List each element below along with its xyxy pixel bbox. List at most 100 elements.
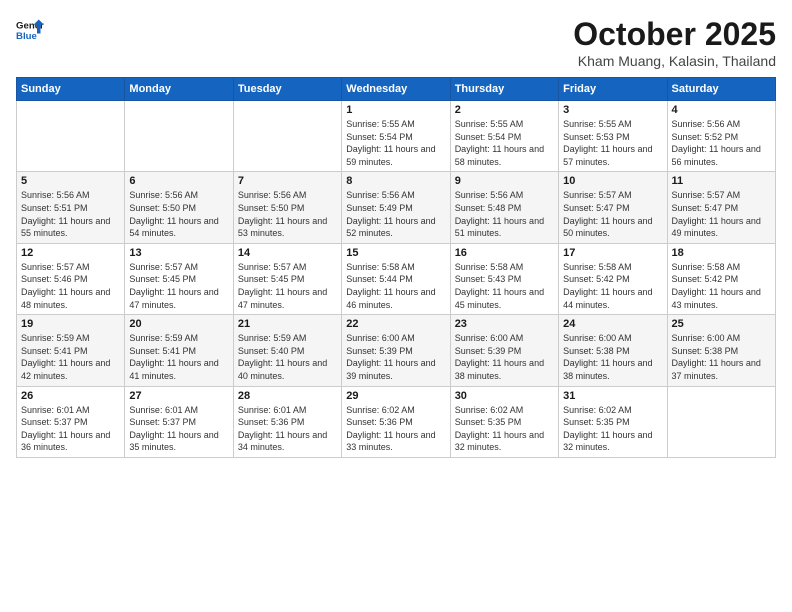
calendar-header-row: SundayMondayTuesdayWednesdayThursdayFrid…	[17, 78, 776, 101]
calendar-cell: 24 Sunrise: 6:00 AMSunset: 5:38 PMDayligh…	[559, 315, 667, 386]
weekday-header-monday: Monday	[125, 78, 233, 101]
calendar-cell: 17 Sunrise: 5:58 AMSunset: 5:42 PMDayligh…	[559, 243, 667, 314]
day-info: Sunrise: 5:59 AMSunset: 5:41 PMDaylight:…	[21, 332, 120, 382]
calendar-cell	[125, 101, 233, 172]
day-number: 11	[672, 175, 771, 187]
weekday-header-saturday: Saturday	[667, 78, 775, 101]
day-number: 24	[563, 318, 662, 330]
calendar-cell: 10 Sunrise: 5:57 AMSunset: 5:47 PMDayligh…	[559, 172, 667, 243]
day-info: Sunrise: 6:01 AMSunset: 5:37 PMDaylight:…	[21, 404, 120, 454]
calendar-cell	[233, 101, 341, 172]
calendar-cell: 5 Sunrise: 5:56 AMSunset: 5:51 PMDaylight…	[17, 172, 125, 243]
calendar-cell: 14 Sunrise: 5:57 AMSunset: 5:45 PMDayligh…	[233, 243, 341, 314]
calendar-week-1: 1 Sunrise: 5:55 AMSunset: 5:54 PMDaylight…	[17, 101, 776, 172]
day-info: Sunrise: 6:02 AMSunset: 5:35 PMDaylight:…	[563, 404, 662, 454]
month-title: October 2025	[573, 16, 776, 53]
weekday-header-thursday: Thursday	[450, 78, 558, 101]
day-info: Sunrise: 5:58 AMSunset: 5:42 PMDaylight:…	[672, 261, 771, 311]
day-number: 27	[129, 390, 228, 402]
calendar-cell: 20 Sunrise: 5:59 AMSunset: 5:41 PMDayligh…	[125, 315, 233, 386]
calendar-cell: 1 Sunrise: 5:55 AMSunset: 5:54 PMDaylight…	[342, 101, 450, 172]
calendar-cell: 13 Sunrise: 5:57 AMSunset: 5:45 PMDayligh…	[125, 243, 233, 314]
day-info: Sunrise: 5:55 AMSunset: 5:54 PMDaylight:…	[455, 118, 554, 168]
day-info: Sunrise: 5:56 AMSunset: 5:50 PMDaylight:…	[238, 189, 337, 239]
calendar-cell: 19Sunrise: 5:59 AMSunset: 5:41 PMDayligh…	[17, 315, 125, 386]
title-area: October 2025 Kham Muang, Kalasin, Thaila…	[573, 16, 776, 69]
day-number: 25	[672, 318, 771, 330]
day-info: Sunrise: 5:56 AMSunset: 5:51 PMDaylight:…	[21, 189, 120, 239]
day-info: Sunrise: 5:55 AMSunset: 5:54 PMDaylight:…	[346, 118, 445, 168]
calendar-week-2: 5 Sunrise: 5:56 AMSunset: 5:51 PMDaylight…	[17, 172, 776, 243]
day-number: 12	[21, 247, 120, 259]
day-number: 13	[129, 247, 228, 259]
calendar-cell: 9Sunrise: 5:56 AMSunset: 5:48 PMDaylight…	[450, 172, 558, 243]
day-number: 9	[455, 175, 554, 187]
day-number: 17	[563, 247, 662, 259]
day-number: 1	[346, 104, 445, 116]
calendar-cell: 25 Sunrise: 6:00 AMSunset: 5:38 PMDayligh…	[667, 315, 775, 386]
day-number: 3	[563, 104, 662, 116]
calendar-cell: 3Sunrise: 5:55 AMSunset: 5:53 PMDaylight…	[559, 101, 667, 172]
day-number: 22	[346, 318, 445, 330]
day-number: 26	[21, 390, 120, 402]
calendar-cell	[667, 386, 775, 457]
day-number: 21	[238, 318, 337, 330]
calendar-cell: 4 Sunrise: 5:56 AMSunset: 5:52 PMDaylight…	[667, 101, 775, 172]
day-number: 23	[455, 318, 554, 330]
day-info: Sunrise: 5:57 AMSunset: 5:45 PMDaylight:…	[238, 261, 337, 311]
calendar-week-4: 19Sunrise: 5:59 AMSunset: 5:41 PMDayligh…	[17, 315, 776, 386]
day-info: Sunrise: 5:59 AMSunset: 5:40 PMDaylight:…	[238, 332, 337, 382]
day-info: Sunrise: 5:57 AMSunset: 5:46 PMDaylight:…	[21, 261, 120, 311]
day-number: 4	[672, 104, 771, 116]
day-number: 18	[672, 247, 771, 259]
calendar-week-5: 26 Sunrise: 6:01 AMSunset: 5:37 PMDayligh…	[17, 386, 776, 457]
day-number: 16	[455, 247, 554, 259]
day-info: Sunrise: 5:56 AMSunset: 5:49 PMDaylight:…	[346, 189, 445, 239]
day-info: Sunrise: 6:00 AMSunset: 5:39 PMDaylight:…	[455, 332, 554, 382]
calendar-cell: 7 Sunrise: 5:56 AMSunset: 5:50 PMDaylight…	[233, 172, 341, 243]
day-number: 5	[21, 175, 120, 187]
calendar-cell: 16 Sunrise: 5:58 AMSunset: 5:43 PMDayligh…	[450, 243, 558, 314]
day-info: Sunrise: 5:56 AMSunset: 5:52 PMDaylight:…	[672, 118, 771, 168]
day-info: Sunrise: 5:58 AMSunset: 5:44 PMDaylight:…	[346, 261, 445, 311]
calendar-cell: 2 Sunrise: 5:55 AMSunset: 5:54 PMDaylight…	[450, 101, 558, 172]
calendar-cell: 29Sunrise: 6:02 AMSunset: 5:36 PMDayligh…	[342, 386, 450, 457]
day-number: 15	[346, 247, 445, 259]
svg-text:Blue: Blue	[16, 31, 37, 42]
calendar-cell: 28Sunrise: 6:01 AMSunset: 5:36 PMDayligh…	[233, 386, 341, 457]
day-info: Sunrise: 5:58 AMSunset: 5:43 PMDaylight:…	[455, 261, 554, 311]
calendar-week-3: 12 Sunrise: 5:57 AMSunset: 5:46 PMDayligh…	[17, 243, 776, 314]
day-info: Sunrise: 5:57 AMSunset: 5:47 PMDaylight:…	[563, 189, 662, 239]
calendar-cell	[17, 101, 125, 172]
calendar-cell: 6Sunrise: 5:56 AMSunset: 5:50 PMDaylight…	[125, 172, 233, 243]
calendar-cell: 31Sunrise: 6:02 AMSunset: 5:35 PMDayligh…	[559, 386, 667, 457]
day-info: Sunrise: 5:57 AMSunset: 5:45 PMDaylight:…	[129, 261, 228, 311]
day-info: Sunrise: 5:59 AMSunset: 5:41 PMDaylight:…	[129, 332, 228, 382]
calendar-cell: 8Sunrise: 5:56 AMSunset: 5:49 PMDaylight…	[342, 172, 450, 243]
header: General Blue October 2025 Kham Muang, Ka…	[16, 16, 776, 69]
calendar-table: SundayMondayTuesdayWednesdayThursdayFrid…	[16, 77, 776, 458]
calendar-cell: 18 Sunrise: 5:58 AMSunset: 5:42 PMDayligh…	[667, 243, 775, 314]
day-number: 2	[455, 104, 554, 116]
calendar-cell: 11Sunrise: 5:57 AMSunset: 5:47 PMDayligh…	[667, 172, 775, 243]
day-info: Sunrise: 5:58 AMSunset: 5:42 PMDaylight:…	[563, 261, 662, 311]
day-number: 28	[238, 390, 337, 402]
calendar-cell: 27Sunrise: 6:01 AMSunset: 5:37 PMDayligh…	[125, 386, 233, 457]
day-number: 30	[455, 390, 554, 402]
day-number: 10	[563, 175, 662, 187]
day-info: Sunrise: 6:00 AMSunset: 5:38 PMDaylight:…	[672, 332, 771, 382]
calendar-cell: 30 Sunrise: 6:02 AMSunset: 5:35 PMDayligh…	[450, 386, 558, 457]
logo: General Blue	[16, 16, 44, 44]
location-subtitle: Kham Muang, Kalasin, Thailand	[573, 53, 776, 69]
weekday-header-friday: Friday	[559, 78, 667, 101]
day-info: Sunrise: 6:02 AMSunset: 5:36 PMDaylight:…	[346, 404, 445, 454]
calendar-cell: 12 Sunrise: 5:57 AMSunset: 5:46 PMDayligh…	[17, 243, 125, 314]
calendar-cell: 26 Sunrise: 6:01 AMSunset: 5:37 PMDayligh…	[17, 386, 125, 457]
day-info: Sunrise: 6:00 AMSunset: 5:39 PMDaylight:…	[346, 332, 445, 382]
day-number: 20	[129, 318, 228, 330]
day-info: Sunrise: 6:00 AMSunset: 5:38 PMDaylight:…	[563, 332, 662, 382]
day-number: 7	[238, 175, 337, 187]
weekday-header-wednesday: Wednesday	[342, 78, 450, 101]
day-info: Sunrise: 6:02 AMSunset: 5:35 PMDaylight:…	[455, 404, 554, 454]
day-number: 14	[238, 247, 337, 259]
